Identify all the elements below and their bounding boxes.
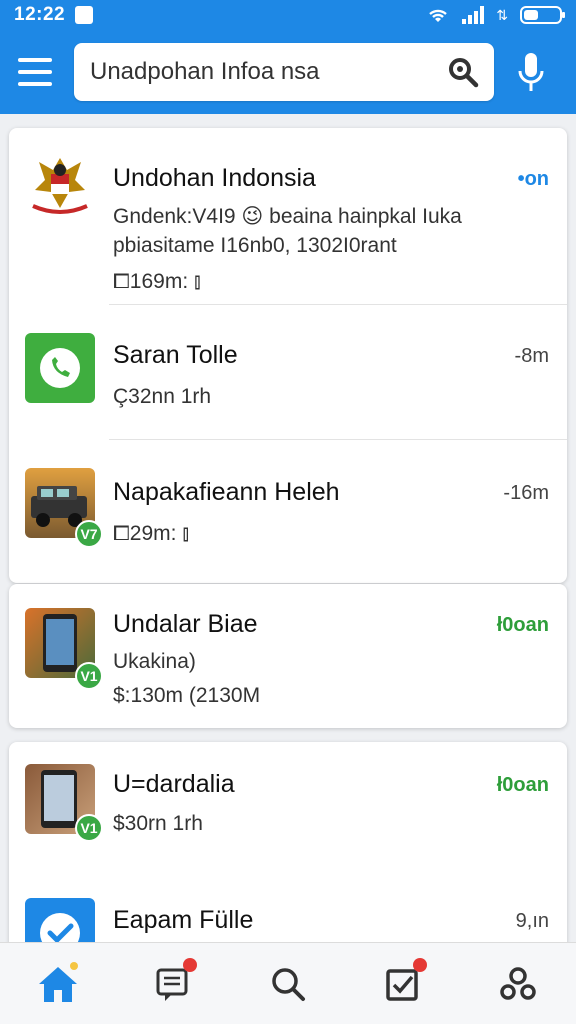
message-list: Undohan Indonsia •on Gndenk:V4I9 😉 beain… <box>0 114 576 942</box>
item-title: Undohan Indonsia <box>113 164 316 192</box>
item-title: Napakafieann Heleh <box>113 478 340 506</box>
item-time: ł0oan <box>496 614 549 636</box>
status-bar: 12:22 ⇅ <box>0 0 576 30</box>
item-meta: $:130m (2130M <box>113 684 261 707</box>
list-item[interactable]: Saran Tolle -8m Ç32nn 1rh <box>9 305 567 439</box>
item-time: 9,ın <box>515 910 549 932</box>
list-item[interactable]: Eapam Fülle 9,ın <box>9 876 567 942</box>
item-preview-2: pbiasitame I16nb0, 1302I0rant <box>113 234 397 257</box>
verified-badge-icon: V1 <box>75 662 103 690</box>
item-title: Eapam Fülle <box>113 906 254 934</box>
notification-badge <box>182 957 197 972</box>
verified-badge-icon: V7 <box>75 520 103 548</box>
search-box[interactable] <box>74 43 494 101</box>
search-icon[interactable] <box>446 55 480 89</box>
menu-icon[interactable] <box>18 58 52 86</box>
item-time: •on <box>517 168 549 190</box>
list-card: V1 U=dardalia ł0oan $30rn 1rh Eapam Füll… <box>9 742 567 942</box>
item-meta: Ç32nn 1rh <box>113 385 212 408</box>
list-card: V1 Undalar Biae ł0oan Ukakina) $:130m (2… <box>9 584 567 728</box>
garuda-emblem-avatar <box>25 150 95 220</box>
check-app-icon <box>25 898 95 942</box>
nav-profile[interactable] <box>490 956 546 1012</box>
item-time: -16m <box>503 482 549 504</box>
nav-home[interactable] <box>30 956 86 1012</box>
verified-badge-icon: V1 <box>75 814 103 842</box>
bottom-navigation <box>0 942 576 1024</box>
sync-icon: ⇅ <box>496 6 508 23</box>
status-time: 12:22 <box>14 4 66 25</box>
nav-search[interactable] <box>260 956 316 1012</box>
signal-icon <box>462 6 485 24</box>
item-meta: ⧠169m: ⫾ <box>113 270 201 293</box>
notification-badge <box>413 957 428 972</box>
item-title: Undalar Biae <box>113 610 258 638</box>
item-meta: ⧠29m: ⫾ <box>113 522 190 545</box>
item-title: Saran Tolle <box>113 341 238 369</box>
list-item[interactable]: V1 Undalar Biae ł0oan Ukakina) $:130m (2… <box>9 584 567 728</box>
nav-messages[interactable] <box>145 956 201 1012</box>
notification-icon <box>75 6 94 24</box>
search-icon <box>272 967 305 1001</box>
list-item[interactable]: Undohan Indonsia •on Gndenk:V4I9 😉 beain… <box>9 128 567 304</box>
item-time: ł0oan <box>496 774 549 796</box>
microphone-icon[interactable] <box>514 51 548 93</box>
home-dot <box>69 961 78 970</box>
list-item[interactable]: V1 U=dardalia ł0oan $30rn 1rh <box>9 742 567 876</box>
list-item[interactable]: V7 Napakafieann Heleh -16m ⧠29m: ⫾ <box>9 440 567 583</box>
home-icon <box>38 966 77 1002</box>
search-input[interactable] <box>90 58 446 86</box>
battery-icon <box>520 6 565 24</box>
item-meta: $30rn 1rh <box>113 812 203 835</box>
app-header <box>0 30 576 114</box>
wifi-icon <box>429 9 448 22</box>
profile-icon <box>500 966 537 1000</box>
item-title: U=dardalia <box>113 770 235 798</box>
phone-app-icon <box>25 333 95 403</box>
item-time: -8m <box>514 345 549 367</box>
item-preview: Ukakina) <box>113 650 196 673</box>
list-card: Undohan Indonsia •on Gndenk:V4I9 😉 beain… <box>9 128 567 583</box>
nav-tasks[interactable] <box>375 956 431 1012</box>
item-preview: Gndenk:V4I9 😉 beaina hainpkal Iuka <box>113 205 462 228</box>
